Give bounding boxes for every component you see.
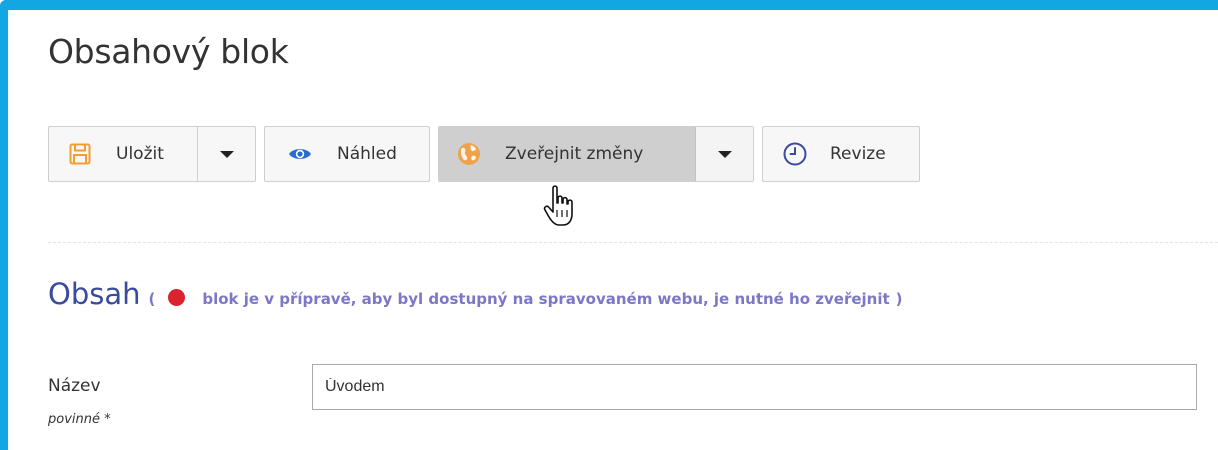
save-button-label: Uložit: [116, 144, 164, 164]
save-button[interactable]: Uložit: [49, 127, 197, 181]
publish-options-dropdown[interactable]: [695, 127, 753, 181]
hand-pointer-cursor-icon: [543, 185, 573, 226]
publish-changes-label: Zveřejnit změny: [505, 144, 644, 164]
floppy-disk-icon: [68, 142, 92, 166]
status-message: blok je v přípravě, aby byl dostupný na …: [202, 290, 890, 308]
publish-button-group: Zveřejnit změny: [438, 126, 754, 182]
name-field-label: Název: [48, 376, 101, 396]
paren-close: ): [895, 290, 903, 308]
clock-icon: [782, 141, 808, 167]
globe-icon: [457, 142, 481, 166]
publish-changes-button[interactable]: Zveřejnit změny: [439, 127, 696, 181]
caret-down-icon: [717, 150, 732, 158]
page-title: Obsahový blok: [48, 32, 289, 71]
revisions-button-label: Revize: [830, 144, 886, 164]
section-title: Obsah: [48, 277, 141, 311]
preview-button[interactable]: Náhled: [264, 126, 430, 182]
section-divider: [48, 242, 1218, 243]
status-dot-icon: [168, 289, 186, 306]
required-note: povinné *: [48, 412, 111, 427]
preview-button-label: Náhled: [337, 144, 397, 164]
caret-down-icon: [219, 150, 234, 158]
content-section-header: Obsah ( blok je v přípravě, aby byl dost…: [48, 277, 903, 311]
revisions-button[interactable]: Revize: [762, 126, 920, 182]
save-button-group: Uložit: [48, 126, 256, 182]
name-input[interactable]: [312, 364, 1197, 410]
eye-icon: [287, 145, 313, 163]
save-options-dropdown[interactable]: [197, 127, 255, 181]
paren-open: (: [148, 290, 156, 308]
